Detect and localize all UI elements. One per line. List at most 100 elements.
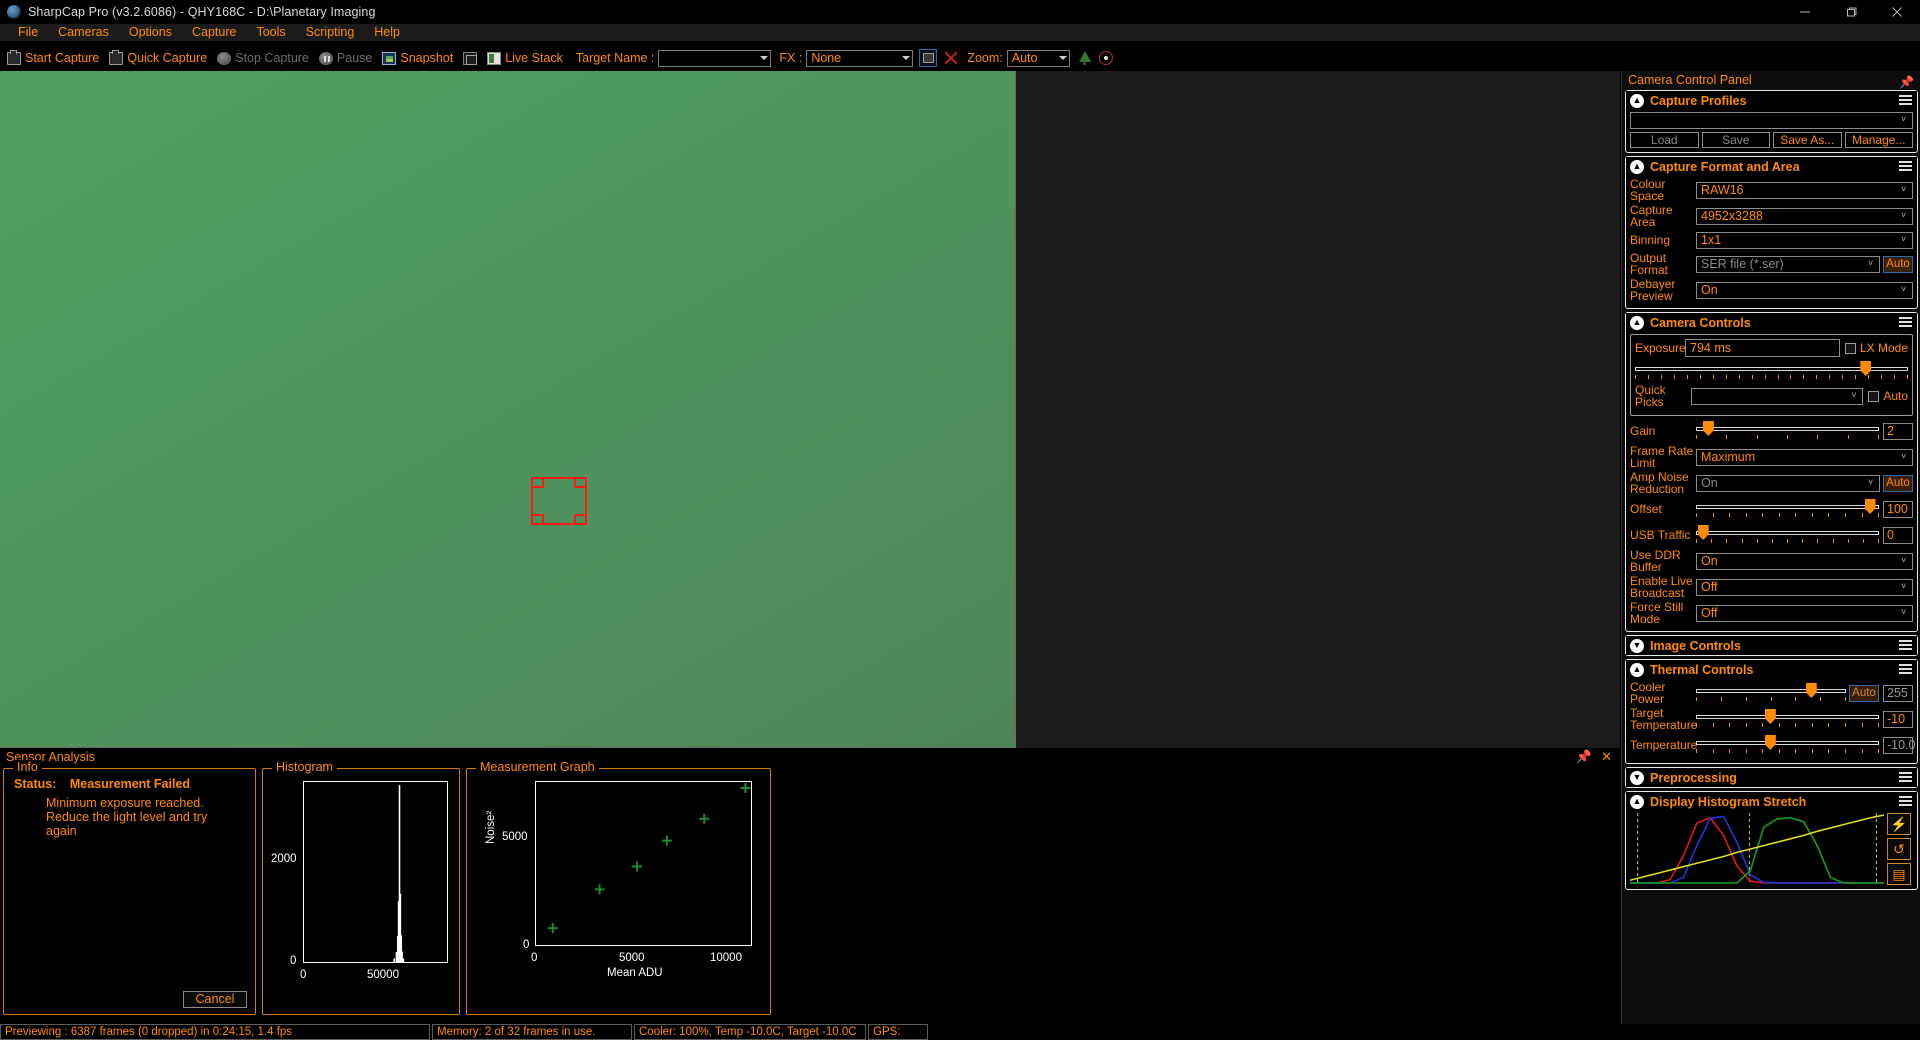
slider-thumb[interactable]: [1864, 499, 1876, 514]
usb-traffic-slider[interactable]: [1696, 525, 1879, 545]
menu-item-tools[interactable]: Tools: [246, 24, 295, 41]
save-as-profile-button[interactable]: Save As...: [1773, 132, 1842, 148]
menu-icon[interactable]: [1899, 161, 1912, 171]
section-header-display-histogram-stretch[interactable]: ▲ Display Histogram Stretch: [1626, 792, 1917, 811]
cooler-power-slider[interactable]: [1696, 683, 1846, 703]
target-temperature-slider[interactable]: [1696, 709, 1879, 729]
close-icon[interactable]: ✕: [1601, 750, 1612, 764]
slider-thumb[interactable]: [1702, 421, 1714, 436]
output-format-select[interactable]: SER file (*.ser) ˅: [1696, 255, 1880, 273]
exposure-auto-checkbox[interactable]: Auto: [1868, 389, 1908, 403]
output-format-auto-button[interactable]: Auto: [1883, 255, 1913, 273]
lx-mode-checkbox[interactable]: LX Mode: [1844, 341, 1908, 355]
chevron-up-icon[interactable]: ▲: [1630, 315, 1644, 330]
stop-capture-button[interactable]: Stop Capture: [212, 51, 314, 65]
pin-icon[interactable]: 📌: [1576, 750, 1592, 764]
roi-corner-handle[interactable]: [574, 514, 587, 525]
menu-icon[interactable]: [1899, 95, 1912, 105]
cancel-button[interactable]: Cancel: [183, 991, 247, 1008]
chevron-down-icon[interactable]: ▼: [1630, 770, 1644, 785]
zoom-select[interactable]: Auto: [1006, 49, 1070, 67]
slider-thumb[interactable]: [1805, 683, 1817, 698]
pin-icon[interactable]: 📌: [1899, 73, 1914, 91]
selection-rectangle[interactable]: [531, 477, 587, 525]
frame-rate-limit-select[interactable]: Maximum ˅: [1696, 448, 1913, 466]
chevron-up-icon[interactable]: ▲: [1630, 159, 1644, 174]
fx-settings-button[interactable]: [919, 49, 938, 67]
camera-control-panel-body[interactable]: ▲ Capture Profiles ˅ Load Save Save As..…: [1625, 90, 1918, 1022]
menu-icon[interactable]: [1899, 664, 1912, 674]
checkbox-box[interactable]: [1868, 390, 1880, 402]
menu-icon[interactable]: [1899, 317, 1912, 327]
roi-corner-handle[interactable]: [531, 514, 544, 525]
menu-item-file[interactable]: File: [8, 24, 48, 41]
menu-icon[interactable]: [1899, 772, 1912, 782]
target-name-input[interactable]: [658, 49, 772, 67]
chevron-up-icon[interactable]: ▲: [1630, 93, 1644, 108]
menu-item-options[interactable]: Options: [119, 24, 182, 41]
start-capture-button[interactable]: Start Capture: [2, 49, 104, 65]
use-ddr-buffer-select[interactable]: On ˅: [1696, 552, 1913, 570]
amp-noise-reduction-auto-button[interactable]: Auto: [1883, 474, 1913, 492]
slider-thumb[interactable]: [1697, 525, 1709, 540]
enable-live-broadcast-select[interactable]: Off ˅: [1696, 578, 1913, 596]
display-histogram-stretch-graph[interactable]: [1630, 813, 1884, 885]
auto-stretch-icon[interactable]: ⚡: [1887, 813, 1911, 835]
colour-space-select[interactable]: RAW16 ˅: [1696, 181, 1913, 199]
usb-traffic-value-input[interactable]: 0: [1883, 526, 1913, 544]
fx-select[interactable]: None: [806, 49, 914, 67]
reset-icon[interactable]: ↺: [1887, 838, 1911, 860]
cooler-power-value-input[interactable]: 255: [1883, 684, 1913, 702]
section-header-preprocessing[interactable]: ▼ Preprocessing: [1626, 768, 1917, 787]
maximize-icon[interactable]: [1828, 0, 1874, 24]
force-still-mode-select[interactable]: Off ˅: [1696, 604, 1913, 622]
chevron-down-icon[interactable]: ▼: [1630, 638, 1644, 653]
clear-fx-icon[interactable]: [943, 50, 959, 66]
menu-icon[interactable]: [1899, 640, 1912, 650]
amp-noise-reduction-select[interactable]: On ˅: [1696, 474, 1880, 492]
slider-thumb[interactable]: [1764, 709, 1776, 724]
save-profile-button[interactable]: Save: [1701, 132, 1770, 148]
minimize-icon[interactable]: [1782, 0, 1828, 24]
slider-thumb[interactable]: [1860, 361, 1872, 376]
section-header-image-controls[interactable]: ▼ Image Controls: [1626, 636, 1917, 655]
offset-value-input[interactable]: 100: [1883, 500, 1913, 518]
offset-slider[interactable]: [1696, 499, 1879, 519]
target-reticle-icon[interactable]: [1098, 51, 1113, 65]
binning-select[interactable]: 1x1 ˅: [1696, 231, 1913, 249]
chevron-up-icon[interactable]: ▲: [1630, 794, 1644, 809]
menu-item-help[interactable]: Help: [364, 24, 410, 41]
gain-value-input[interactable]: 2: [1883, 422, 1913, 440]
section-header-capture-profiles[interactable]: ▲ Capture Profiles: [1626, 91, 1917, 110]
quick-capture-button[interactable]: Quick Capture: [104, 49, 212, 65]
exposure-input[interactable]: 794 ms: [1685, 339, 1840, 357]
menu-item-cameras[interactable]: Cameras: [48, 24, 119, 41]
section-header-thermal-controls[interactable]: ▲ Thermal Controls: [1626, 660, 1917, 679]
exposure-slider[interactable]: [1635, 361, 1908, 381]
capture-profile-select[interactable]: ˅: [1630, 112, 1913, 129]
menu-item-capture[interactable]: Capture: [182, 24, 246, 41]
debayer-preview-select[interactable]: On ˅: [1696, 281, 1913, 299]
section-header-camera-controls[interactable]: ▲ Camera Controls: [1626, 313, 1917, 332]
roi-corner-handle[interactable]: [531, 477, 544, 488]
section-header-capture-format-and-area[interactable]: ▲ Capture Format and Area: [1626, 157, 1917, 176]
menu-item-scripting[interactable]: Scripting: [296, 24, 365, 41]
chevron-up-icon[interactable]: ▲: [1630, 662, 1644, 677]
quick-picks-select[interactable]: ˅: [1691, 387, 1864, 405]
close-icon[interactable]: [1874, 0, 1920, 24]
manage-profiles-button[interactable]: Manage...: [1844, 132, 1913, 148]
gain-slider[interactable]: [1696, 421, 1879, 441]
tree-icon[interactable]: [1078, 51, 1091, 65]
roi-corner-handle[interactable]: [574, 477, 587, 488]
snapshot-button[interactable]: Snapshot: [377, 51, 458, 65]
histogram-icon[interactable]: ▤: [1887, 863, 1911, 885]
camera-preview-area[interactable]: [0, 71, 1620, 748]
cooler-power-auto-button[interactable]: Auto: [1849, 684, 1879, 702]
target-temperature-value-input[interactable]: -10: [1883, 710, 1913, 728]
menu-icon[interactable]: [1899, 796, 1912, 806]
checkbox-box[interactable]: [1844, 342, 1856, 354]
load-profile-button[interactable]: Load: [1630, 132, 1699, 148]
snapshot-options-button[interactable]: [458, 51, 482, 65]
pause-button[interactable]: Pause: [314, 51, 377, 65]
live-stack-button[interactable]: Live Stack: [482, 51, 568, 65]
